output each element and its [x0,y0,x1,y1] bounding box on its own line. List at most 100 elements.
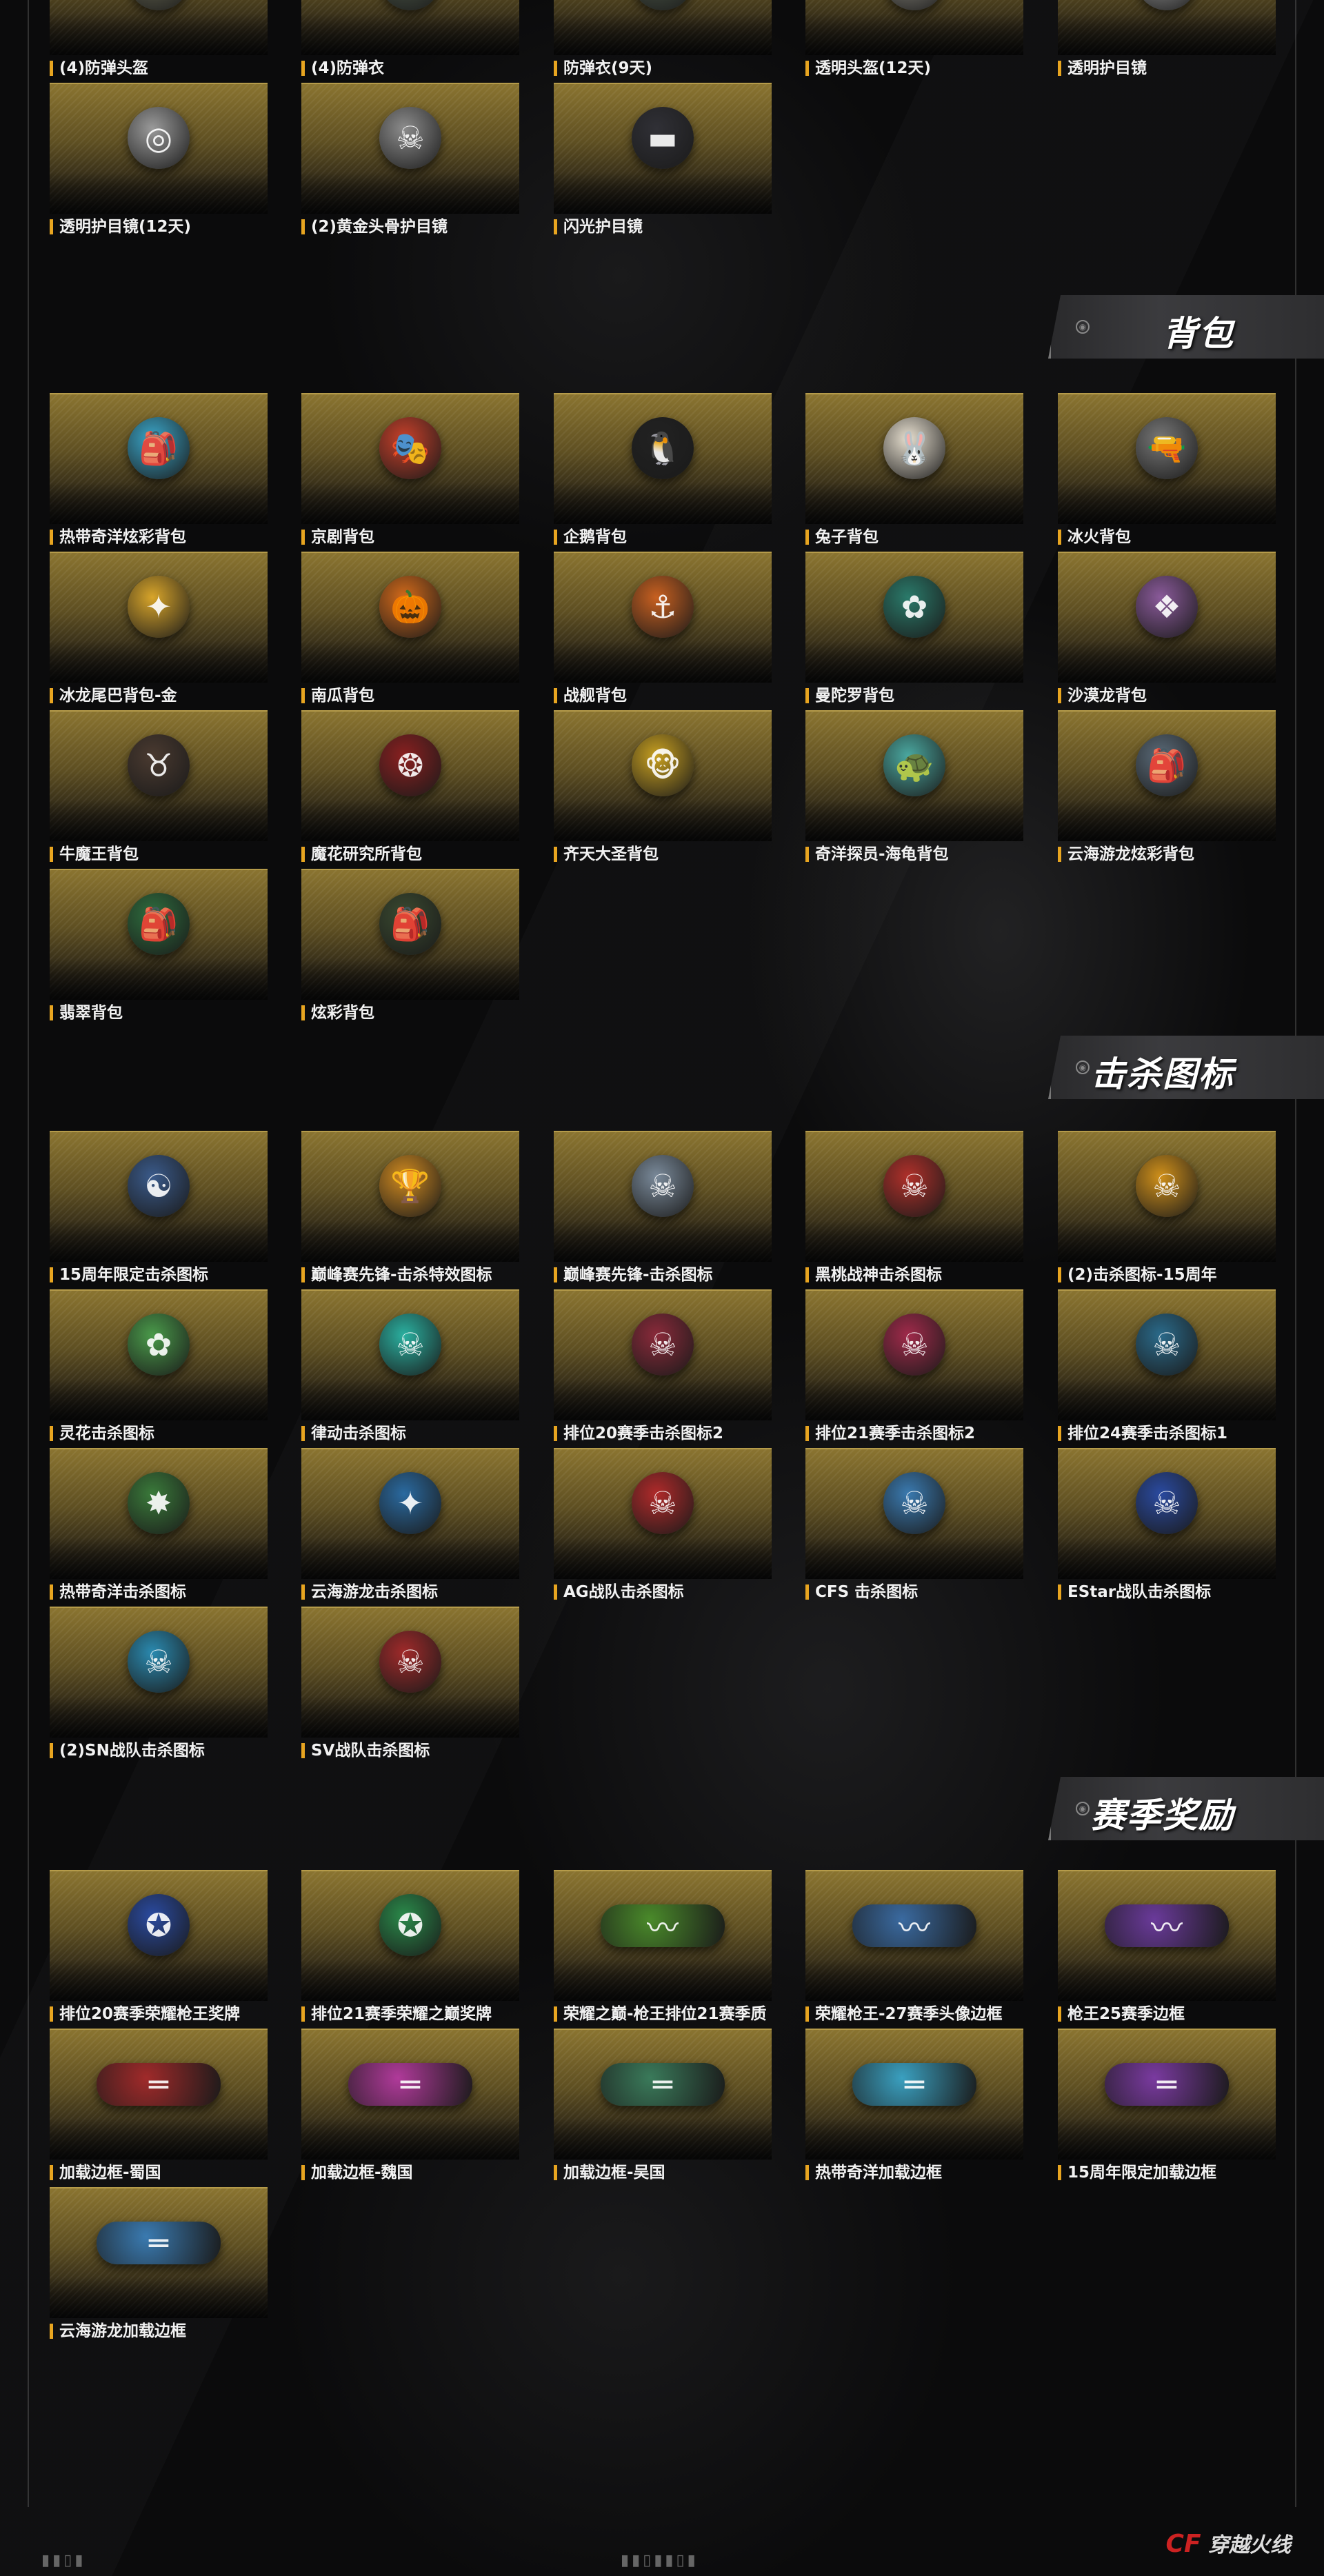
game-logo: CF 穿越火线 [1165,2530,1291,2558]
item-card[interactable]: ☠ 律动击杀图标 [301,1289,519,1446]
item-card[interactable]: 🎃 南瓜背包 [301,552,519,708]
item-card[interactable]: ═ 云海游龙加载边框 [50,2187,268,2344]
item-card[interactable]: ▬ 闪光护目镜 [554,83,772,239]
item-name: 排位20赛季击杀图标2 [563,1425,724,1442]
item-name-marker [1058,1426,1061,1441]
item-name-marker [554,1267,557,1282]
item-card[interactable]: 🎒 云海游龙炫彩背包 [1058,710,1276,867]
skull-badge-icon: ☠ [632,1155,694,1217]
item-card[interactable]: ✦ 冰龙尾巴背包-金 [50,552,268,708]
item-card[interactable]: ◎ 透明护目镜(12天) [50,83,268,239]
item-name: 沙漠龙背包 [1067,687,1147,705]
item-name-marker [50,530,53,545]
item-card[interactable]: 🐧 企鹅背包 [554,393,772,550]
item-card[interactable]: ⛑透明头盔(12天) [805,0,1023,81]
item-name-marker [50,1267,53,1282]
item-name: 炫彩背包 [311,1004,374,1022]
skull-badge-icon: ☠ [632,1472,694,1534]
item-card[interactable]: ☯ 15周年限定击杀图标 [50,1131,268,1287]
item-name-marker [301,1584,305,1600]
item-card[interactable]: ◎透明护目镜 [1058,0,1276,81]
item-card[interactable]: ☠ CFS 击杀图标 [805,1448,1023,1604]
item-card[interactable]: ═ 加载边框-蜀国 [50,2029,268,2185]
item-name: EStar战队击杀图标 [1067,1583,1212,1601]
item-card[interactable]: ☠ 黑桃战神击杀图标 [805,1131,1023,1287]
item-name: 加载边框-蜀国 [59,2164,161,2182]
item-card[interactable]: 〰荣耀之巅-枪王排位21赛季质 [554,1870,772,2026]
backpack-icon: ❖ [1136,576,1198,638]
item-card[interactable]: ☠ (2)黄金头骨护目镜 [301,83,519,239]
item-name-marker [1058,530,1061,545]
item-name-marker [301,1005,305,1020]
item-name: 透明护目镜 [1067,59,1147,77]
item-name: 透明护目镜(12天) [59,218,192,236]
item-card[interactable]: ☠ 排位21赛季击杀图标2 [805,1289,1023,1446]
item-card[interactable]: 🐰 兔子背包 [805,393,1023,550]
item-card[interactable]: 🔫 冰火背包 [1058,393,1276,550]
item-card[interactable]: ☠ SV战队击杀图标 [301,1607,519,1763]
section-marker-icon: ◉ [1076,1802,1090,1815]
kill-badge-icon: ☯ [128,1155,190,1217]
item-name-marker [1058,688,1061,703]
item-card[interactable]: ✿ 曼陀罗背包 [805,552,1023,708]
item-name: 云海游龙炫彩背包 [1067,845,1194,863]
item-card[interactable]: 🎒 热带奇洋炫彩背包 [50,393,268,550]
item-card[interactable]: ☠ (2)SN战队击杀图标 [50,1607,268,1763]
item-name: (4)防弹头盔 [59,59,149,77]
item-name: 律动击杀图标 [311,1425,406,1442]
item-card[interactable]: 🎒 翡翠背包 [50,869,268,1025]
item-card[interactable]: ═ 加载边框-魏国 [301,2029,519,2185]
skull-badge-icon: ☠ [1136,1155,1198,1217]
loading-frame-icon: ═ [348,2063,472,2106]
item-card[interactable]: 〰荣耀枪王-27赛季头像边框 [805,1870,1023,2026]
item-card[interactable]: ═ 加载边框-吴国 [554,2029,772,2185]
item-card[interactable]: ✿ 灵花击杀图标 [50,1289,268,1446]
item-card[interactable]: ☠ 巅峰赛先锋-击杀图标 [554,1131,772,1287]
item-name-marker [554,61,557,76]
item-name: (2)SN战队击杀图标 [59,1742,205,1760]
item-name-marker [50,847,53,862]
section-title: 击杀图标 [1091,1054,1234,1094]
item-name-marker [50,2006,53,2022]
item-name: (2)黄金头骨护目镜 [311,218,448,236]
item-name: 南瓜背包 [311,687,374,705]
item-card[interactable]: ❂ 魔花研究所背包 [301,710,519,867]
item-card[interactable]: ✪ 排位20赛季荣耀枪王奖牌 [50,1870,268,2026]
skull-badge-icon: ☠ [379,1631,441,1693]
item-name-marker [805,2165,809,2180]
item-card[interactable]: 🦺防弹衣(4)防弹衣 [301,0,519,81]
item-name-marker [805,61,809,76]
goggles-icon: ▬ [632,107,694,169]
item-name-marker [301,2165,305,2180]
item-card[interactable]: ✦ 云海游龙击杀图标 [301,1448,519,1604]
item-card[interactable]: ☠ EStar战队击杀图标 [1058,1448,1276,1604]
skull-badge-icon: ☠ [1136,1314,1198,1376]
item-card[interactable]: ☠ 排位24赛季击杀图标1 [1058,1289,1276,1446]
item-card[interactable]: ═ 15周年限定加载边框 [1058,2029,1276,2185]
item-card[interactable]: ☠ 排位20赛季击杀图标2 [554,1289,772,1446]
item-name-marker [1058,847,1061,862]
item-card[interactable]: 🐢 奇洋探员-海龟背包 [805,710,1023,867]
item-card[interactable]: ☠ AG战队击杀图标 [554,1448,772,1604]
item-card[interactable]: ✸ 热带奇洋击杀图标 [50,1448,268,1604]
item-card[interactable]: 🐵 齐天大圣背包 [554,710,772,867]
item-card[interactable]: 🏆 巅峰赛先锋-击杀特效图标 [301,1131,519,1287]
pumpkin-icon: 🎃 [379,576,441,638]
skull-badge-icon: ☠ [883,1472,945,1534]
item-name: 云海游龙击杀图标 [311,1583,438,1601]
item-card[interactable]: ♉ 牛魔王背包 [50,710,268,867]
item-card[interactable]: ═ 热带奇洋加载边框 [805,2029,1023,2185]
item-name: 荣耀枪王-27赛季头像边框 [815,2005,1003,2023]
item-card[interactable]: ⛑防弹头盔(4)防弹头盔 [50,0,268,81]
item-card[interactable]: ☠ (2)击杀图标-15周年 [1058,1131,1276,1287]
item-card[interactable]: ✪ 排位21赛季荣耀之巅奖牌 [301,1870,519,2026]
item-card[interactable]: ⚓ 战舰背包 [554,552,772,708]
skull-badge-icon: ☠ [883,1155,945,1217]
loading-frame-icon: ═ [852,2063,976,2106]
item-card[interactable]: 🦺防弹衣防弹衣(9天) [554,0,772,81]
item-name-marker [1058,2165,1061,2180]
item-card[interactable]: 〰枪王25赛季边框 [1058,1870,1276,2026]
item-card[interactable]: ❖ 沙漠龙背包 [1058,552,1276,708]
item-card[interactable]: 🎭 京剧背包 [301,393,519,550]
item-card[interactable]: 🎒 炫彩背包 [301,869,519,1025]
